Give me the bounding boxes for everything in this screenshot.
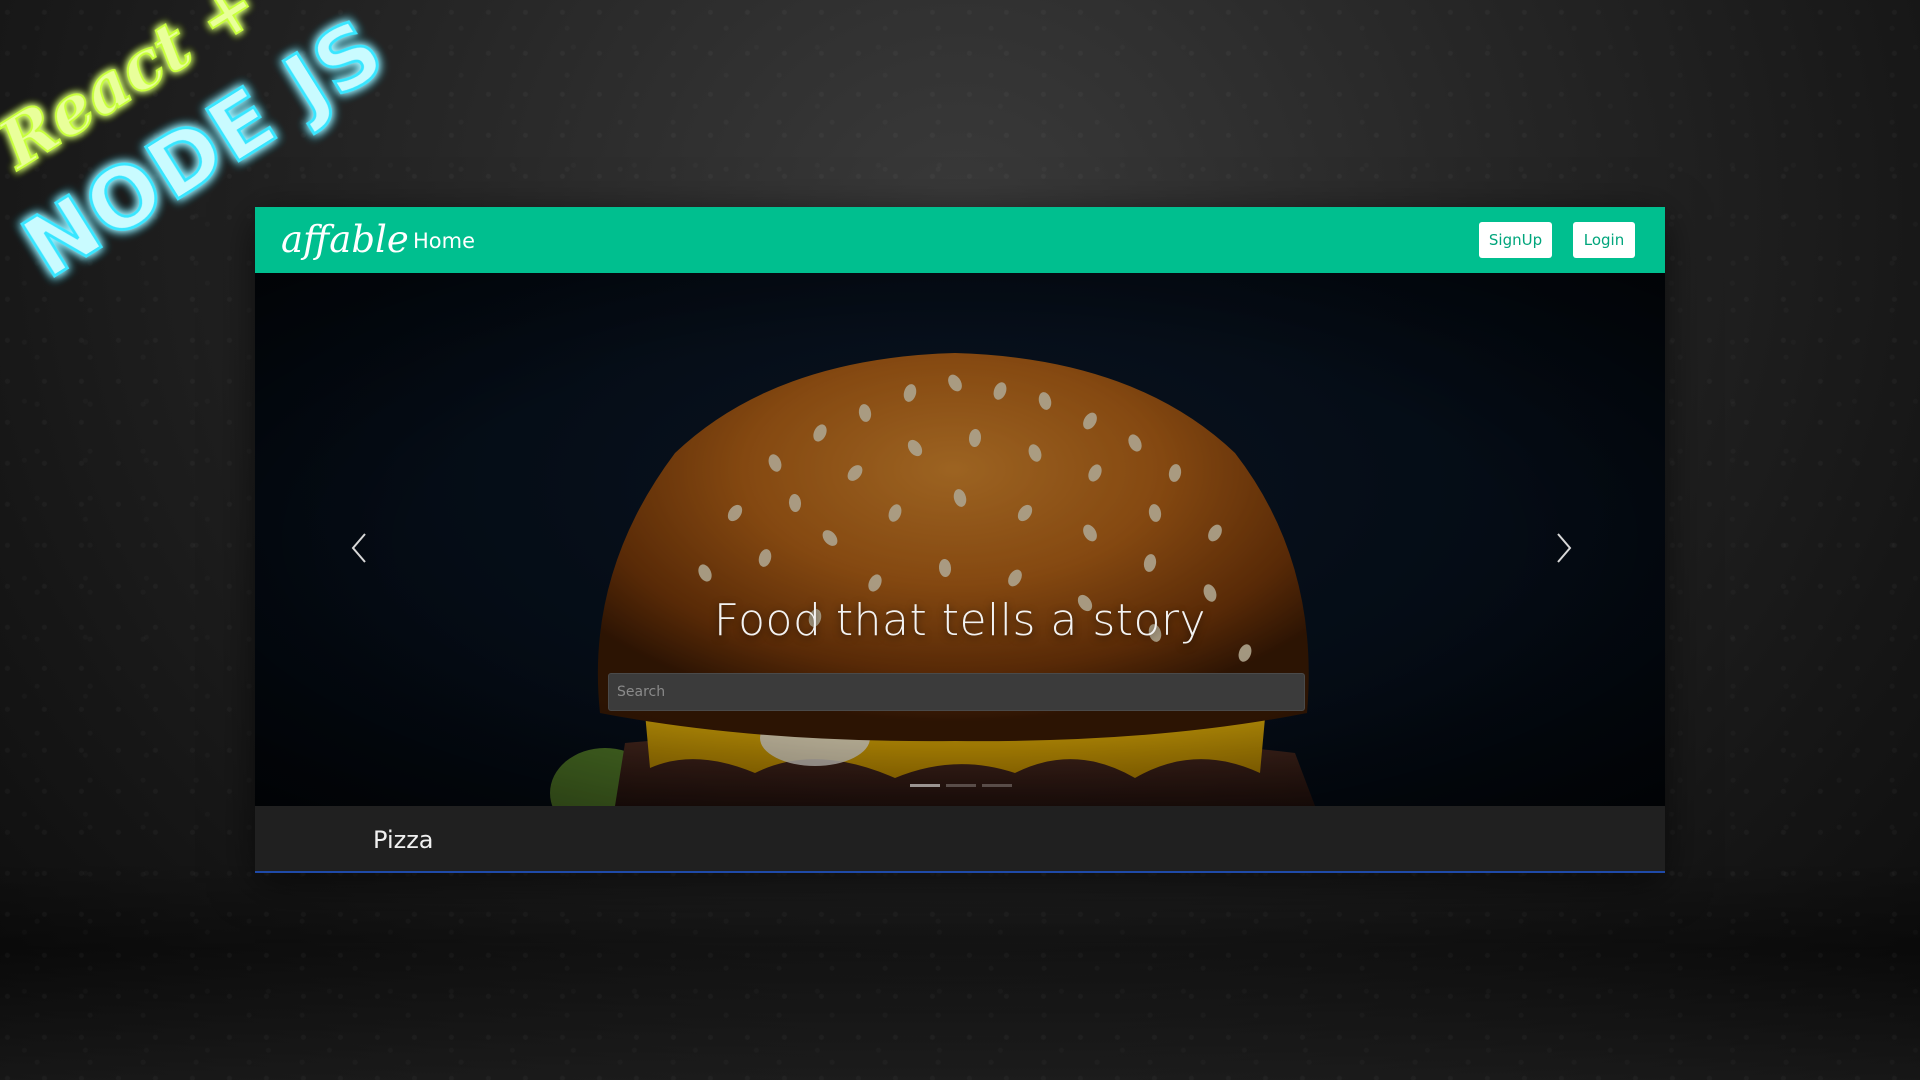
carousel-indicator-1[interactable] bbox=[910, 784, 940, 787]
brand-logo[interactable]: affable bbox=[281, 215, 409, 265]
chevron-left-icon bbox=[351, 533, 366, 563]
search-input[interactable] bbox=[608, 673, 1305, 711]
signup-button[interactable]: SignUp bbox=[1479, 222, 1552, 258]
login-button[interactable]: Login bbox=[1573, 222, 1635, 258]
carousel-indicators bbox=[910, 784, 1012, 787]
chevron-right-icon bbox=[1557, 533, 1572, 563]
carousel-indicator-2[interactable] bbox=[946, 784, 976, 787]
carousel-prev-button[interactable] bbox=[345, 528, 375, 568]
navbar: affable Home SignUp Login bbox=[255, 207, 1665, 273]
hero-caption: Food that tells a story bbox=[713, 595, 1207, 646]
nav-link-home[interactable]: Home bbox=[413, 228, 475, 254]
hero-carousel: Food that tells a story bbox=[255, 273, 1665, 806]
carousel-indicator-3[interactable] bbox=[982, 784, 1012, 787]
app-window: affable Home SignUp Login Food that tell… bbox=[255, 207, 1665, 873]
background-floor bbox=[0, 860, 1920, 1080]
carousel-dim-overlay bbox=[255, 273, 1665, 806]
category-section: Pizza bbox=[255, 806, 1665, 873]
carousel-next-button[interactable] bbox=[1548, 528, 1578, 568]
category-title: Pizza bbox=[373, 826, 434, 854]
